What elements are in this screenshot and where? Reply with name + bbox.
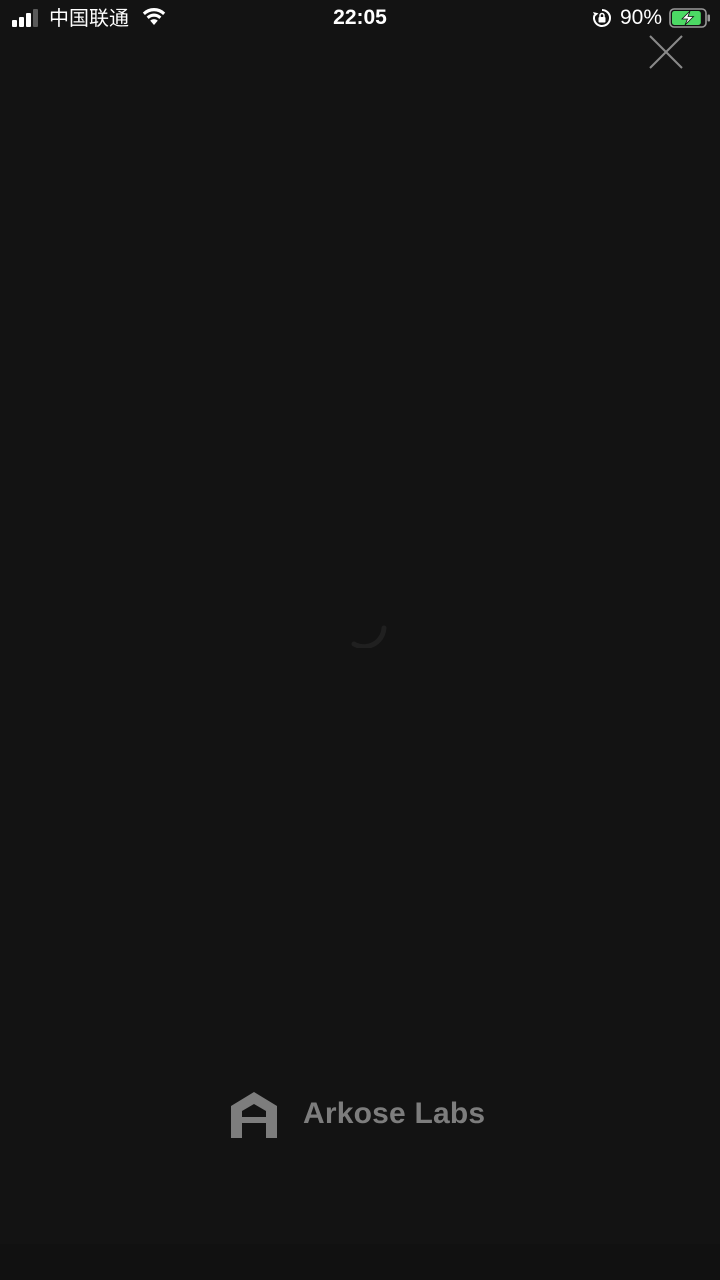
loading-spinner-icon <box>351 625 387 648</box>
battery-percentage: 90% <box>620 6 663 29</box>
brand-name: Arkose Labs <box>303 1097 486 1130</box>
status-time: 22:05 <box>333 6 387 29</box>
battery-charging-icon <box>669 8 710 28</box>
brand-footer: Arkose Labs <box>229 1090 499 1140</box>
rotation-lock-icon <box>593 9 611 27</box>
status-bar: 中国联通 22:05 90% <box>0 0 720 36</box>
close-button[interactable] <box>646 32 686 72</box>
arkose-logo-icon <box>231 1092 277 1138</box>
bottom-bar <box>0 1244 720 1280</box>
